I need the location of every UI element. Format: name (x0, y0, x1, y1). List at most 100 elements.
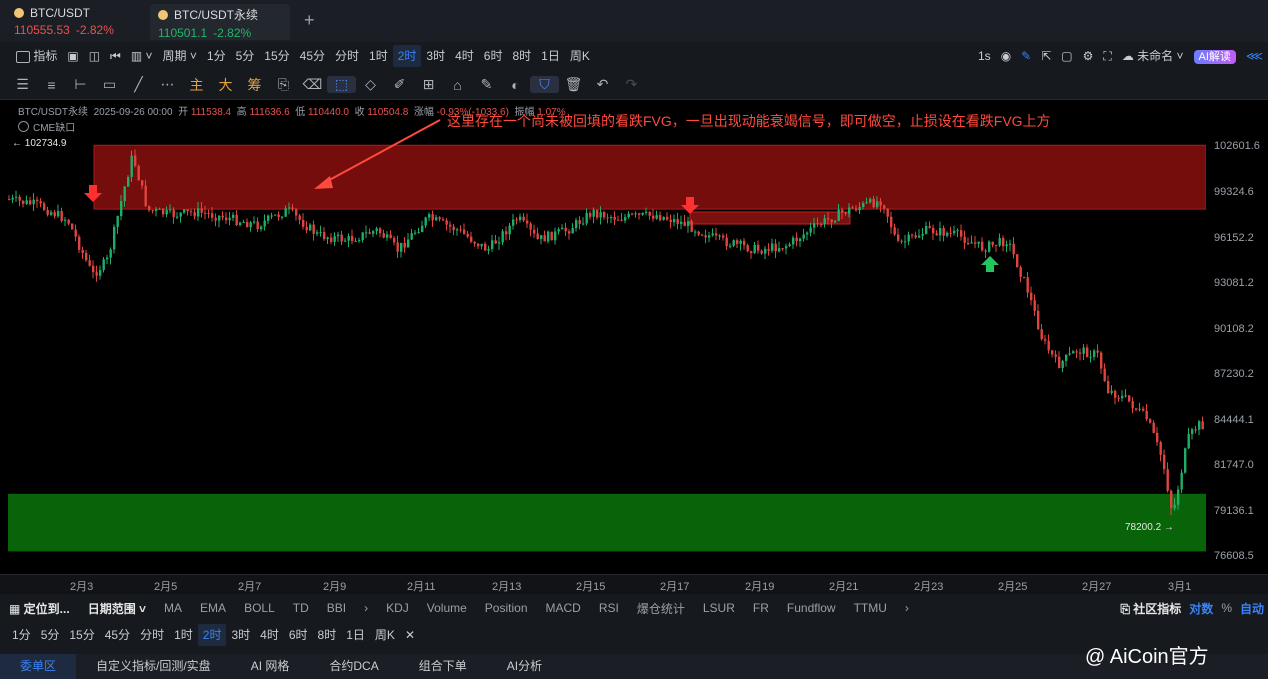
period-4h[interactable]: 4时 (450, 45, 479, 67)
period-1m[interactable]: 1分 (202, 45, 231, 67)
indicator-position[interactable]: Position (476, 601, 537, 615)
indicator-rsi[interactable]: RSI (590, 601, 628, 615)
period-timeshare[interactable]: 分时 (135, 624, 169, 646)
indicators-button[interactable]: 指标 (0, 45, 62, 67)
trendline-icon[interactable]: ╱ (124, 76, 153, 93)
community-indicators-button[interactable]: ⎘ 社区指标 (1111, 600, 1185, 617)
share-icon[interactable]: ⋘ (1241, 45, 1268, 67)
indicator-bbi[interactable]: BBI (318, 601, 355, 615)
indicator-fr[interactable]: FR (744, 601, 778, 615)
period-1m[interactable]: 1分 (0, 624, 36, 646)
tab-btc-perp[interactable]: BTC/USDT永续 110501.1 -2.82% (150, 4, 290, 40)
indicator-kdj[interactable]: KDJ (377, 601, 418, 615)
menu-icon[interactable]: ≡ (37, 77, 66, 93)
more-tools-icon[interactable]: ⋯ (153, 76, 182, 93)
period-timeshare[interactable]: 分时 (330, 45, 364, 67)
period-1w[interactable]: 周K (370, 624, 400, 646)
period-45m[interactable]: 45分 (295, 45, 330, 67)
indicator-ema[interactable]: EMA (191, 601, 235, 615)
chevron-right-icon[interactable]: › (896, 601, 918, 615)
main-force-button[interactable]: 主 (182, 75, 211, 95)
period-3h[interactable]: 3时 (421, 45, 450, 67)
period-2h[interactable]: 2时 (392, 45, 422, 67)
indicator-liquidation[interactable]: 爆仓统计 (628, 600, 694, 617)
period-dropdown[interactable]: 周期 ˅ (158, 45, 202, 67)
period-8h[interactable]: 8时 (507, 45, 536, 67)
period-15m[interactable]: 15分 (259, 45, 294, 67)
period-6h[interactable]: 6时 (479, 45, 508, 67)
replay-icon[interactable]: ⏮ (105, 45, 126, 67)
layout-name-dropdown[interactable]: ☁ 未命名 ˅ (1117, 45, 1189, 67)
settings-lines-icon[interactable]: ☰ (8, 76, 37, 93)
tab-orders[interactable]: 委单区 (0, 654, 77, 679)
candlestick-canvas[interactable] (0, 100, 1206, 574)
pattern-icon[interactable]: ⊞ (414, 76, 443, 93)
alert-icon[interactable]: ⎘ (269, 76, 298, 93)
rectangle-icon[interactable]: ▭ (95, 76, 124, 93)
tab-ai-grid[interactable]: AI 网格 (231, 654, 310, 679)
close-icon[interactable]: ✕ (400, 624, 420, 646)
period-1h[interactable]: 1时 (169, 624, 198, 646)
period-45m[interactable]: 45分 (100, 624, 135, 646)
auto-scale-toggle[interactable]: 自动 (1236, 600, 1268, 617)
tab-ai-analysis[interactable]: AI分析 (487, 654, 562, 679)
interval-label[interactable]: 1s (973, 45, 996, 67)
period-4h[interactable]: 4时 (255, 624, 284, 646)
filter-icon[interactable]: ⛉ (530, 76, 559, 93)
chips-button[interactable]: 筹 (240, 75, 269, 95)
period-1w[interactable]: 周K (565, 45, 595, 67)
horizontal-line-icon[interactable]: ⊢ (66, 76, 95, 93)
period-1d[interactable]: 1日 (341, 624, 370, 646)
indicator-td[interactable]: TD (284, 601, 318, 615)
indicator-ma[interactable]: MA (155, 601, 191, 615)
layout-icon[interactable]: ▣ (62, 45, 83, 67)
add-tab-icon[interactable]: + (304, 10, 315, 31)
cme-gap-overlay-label[interactable]: CME缺口 (18, 119, 75, 134)
popout-icon[interactable]: ⇱ (1036, 45, 1056, 67)
big-order-button[interactable]: 大 (211, 75, 240, 95)
ai-interpret-button[interactable]: AI解读 (1189, 45, 1241, 67)
indicator-ttmu[interactable]: TTMU (845, 601, 896, 615)
magnet-icon[interactable]: ◐ (501, 77, 530, 93)
pencil-icon[interactable]: ✎ (1016, 45, 1036, 67)
indicator-macd[interactable]: MACD (537, 601, 590, 615)
ruler-icon[interactable]: ◇ (356, 76, 385, 93)
period-1d[interactable]: 1日 (536, 45, 565, 67)
locate-button[interactable]: ▦ 定位到... (0, 600, 79, 617)
select-icon[interactable]: ⬚ (327, 76, 356, 93)
price-axis[interactable]: 102601.6 99324.6 96152.2 93081.2 90108.2… (1206, 100, 1268, 574)
tab-combo-order[interactable]: 组合下单 (399, 654, 487, 679)
indicator-lsur[interactable]: LSUR (694, 601, 744, 615)
period-3h[interactable]: 3时 (226, 624, 255, 646)
indicator-fundflow[interactable]: Fundflow (778, 601, 845, 615)
percent-scale-toggle[interactable]: % (1217, 601, 1236, 615)
compare-icon[interactable]: ◫ (84, 45, 105, 67)
time-axis[interactable]: 2月3 2月5 2月7 2月9 2月11 2月13 2月15 2月17 2月19… (0, 574, 1268, 594)
period-6h[interactable]: 6时 (284, 624, 313, 646)
indicator-volume[interactable]: Volume (418, 601, 476, 615)
period-8h[interactable]: 8时 (313, 624, 342, 646)
camera-icon[interactable]: ◉ (996, 45, 1016, 67)
period-5m[interactable]: 5分 (231, 45, 260, 67)
undo-icon[interactable]: ↶ (588, 76, 617, 93)
tab-contract-dca[interactable]: 合约DCA (309, 654, 398, 679)
tab-btc-spot[interactable]: BTC/USDT 110555.53 -2.82% (6, 4, 146, 40)
date-range-dropdown[interactable]: 日期范围 ˅ (79, 600, 155, 617)
save-icon[interactable]: ▢ (1056, 45, 1077, 67)
period-5m[interactable]: 5分 (36, 624, 65, 646)
lock-icon[interactable]: ⌂ (443, 77, 472, 93)
fullscreen-icon[interactable]: ⛶ (1098, 45, 1116, 67)
period-1h[interactable]: 1时 (364, 45, 393, 67)
period-2h[interactable]: 2时 (197, 624, 227, 646)
redo-icon[interactable]: ↷ (617, 76, 646, 93)
period-15m[interactable]: 15分 (64, 624, 99, 646)
price-chart[interactable]: BTC/USDT永续 2025-09-26 00:00 开 111538.4 高… (0, 100, 1206, 574)
trash-icon[interactable]: 🗑 (559, 76, 588, 93)
brush-icon[interactable]: ✐ (385, 76, 414, 93)
settings-icon[interactable]: ⚙ (1078, 45, 1099, 67)
chevron-right-icon[interactable]: › (355, 601, 377, 615)
indicator-boll[interactable]: BOLL (235, 601, 284, 615)
chart-type-icon[interactable]: ▥ ˅ (126, 45, 158, 67)
erase-icon[interactable]: ⌫ (298, 76, 327, 93)
log-scale-toggle[interactable]: 对数 (1185, 600, 1217, 617)
